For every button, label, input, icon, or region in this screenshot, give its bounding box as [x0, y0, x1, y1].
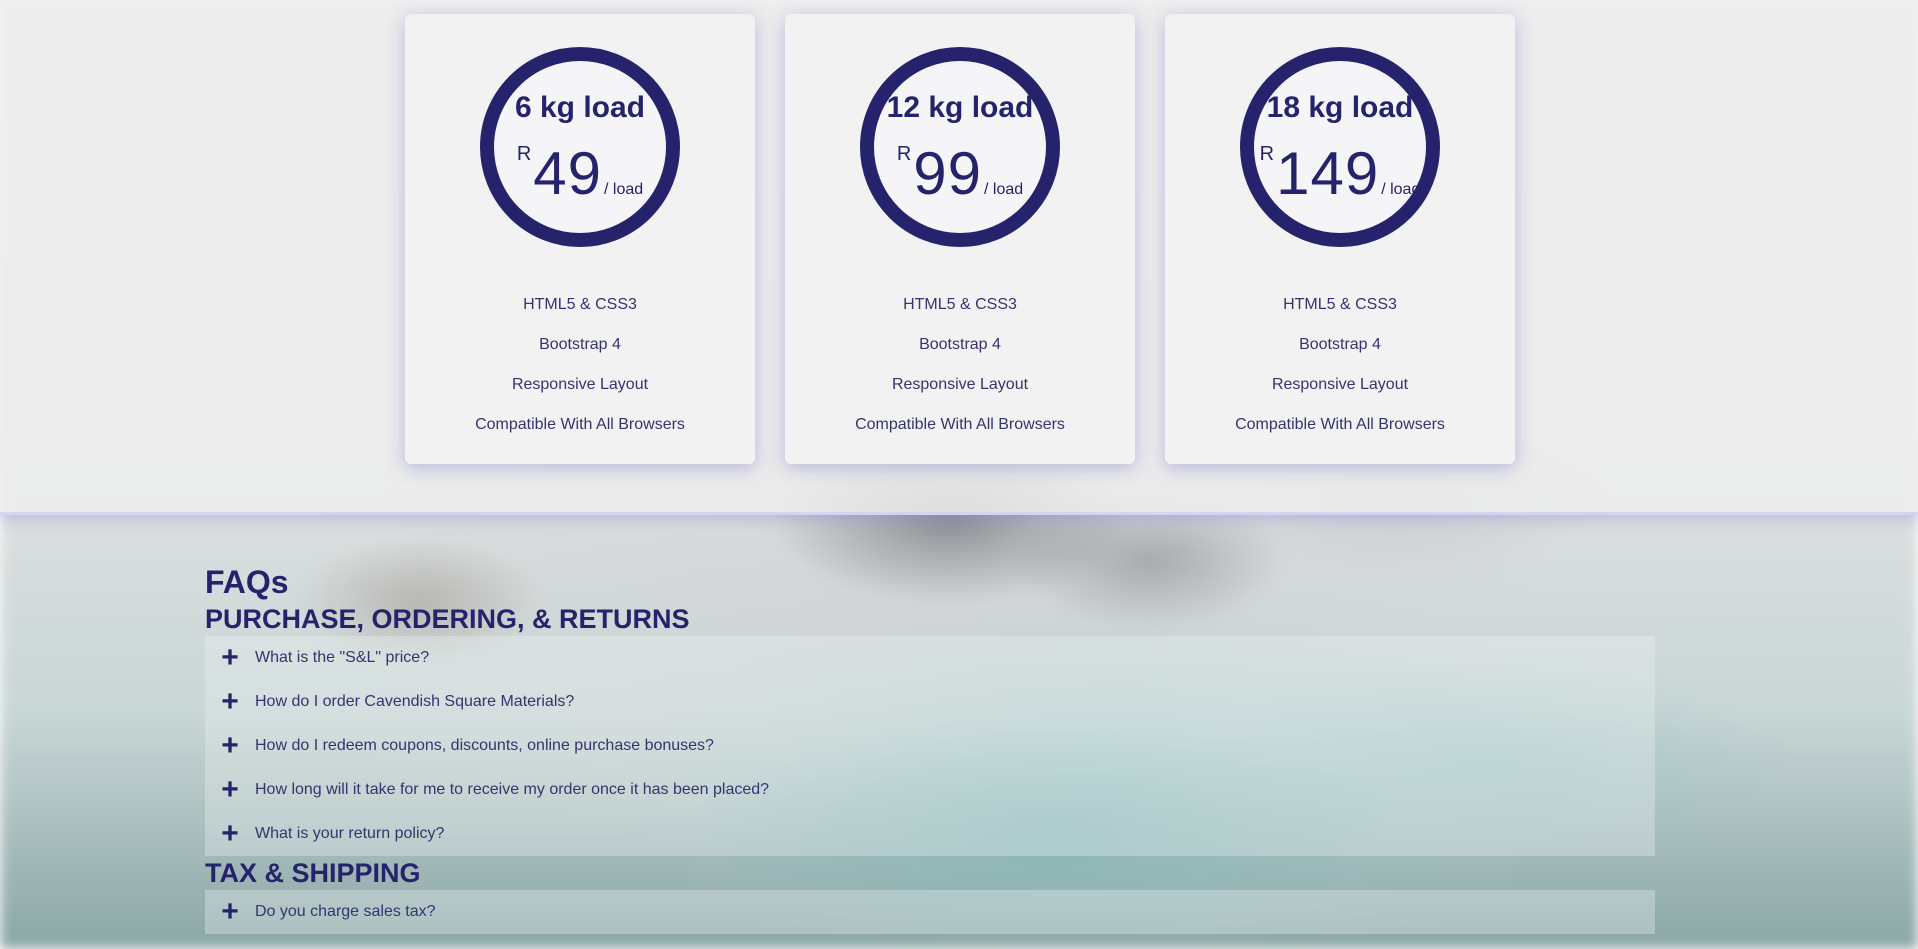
- faq-item[interactable]: + How long will it take for me to receiv…: [205, 768, 1655, 812]
- feature-list: HTML5 & CSS3 Bootstrap 4 Responsive Layo…: [405, 296, 755, 456]
- feature-item: Bootstrap 4: [919, 336, 1001, 353]
- feature-item: HTML5 & CSS3: [523, 296, 637, 313]
- faq-item[interactable]: + What is your return policy?: [205, 812, 1655, 856]
- price: R 99 / load: [874, 140, 1046, 207]
- faq-list: + Do you charge sales tax?: [205, 890, 1655, 934]
- faq-category-heading: TAX & SHIPPING: [205, 858, 421, 888]
- faq-section: FAQs PURCHASE, ORDERING, & RETURNS + Wha…: [205, 562, 1655, 934]
- price-circle: 18 kg load R 149 / load: [1240, 47, 1440, 247]
- load-size: 12 kg load: [886, 91, 1034, 124]
- load-size: 18 kg load: [1266, 91, 1414, 124]
- price-unit: / load: [1381, 181, 1421, 198]
- feature-item: Compatible With All Browsers: [1235, 416, 1445, 433]
- feature-list: HTML5 & CSS3 Bootstrap 4 Responsive Layo…: [785, 296, 1135, 456]
- faq-question[interactable]: How do I order Cavendish Square Material…: [255, 693, 574, 711]
- feature-item: Compatible With All Browsers: [855, 416, 1065, 433]
- pricing-section: 6 kg load R 49 / load HTML5 & CSS3 Boots…: [0, 0, 1918, 515]
- faq-list: + What is the "S&L" price? + How do I or…: [205, 636, 1655, 856]
- plus-icon[interactable]: +: [205, 731, 255, 761]
- plus-icon[interactable]: +: [205, 643, 255, 673]
- faq-question[interactable]: How long will it take for me to receive …: [255, 781, 769, 799]
- price: R 149 / load: [1254, 140, 1426, 207]
- faq-question[interactable]: What is your return policy?: [255, 825, 444, 843]
- price-amount: 49: [533, 140, 603, 207]
- faq-item[interactable]: + How do I order Cavendish Square Materi…: [205, 680, 1655, 724]
- feature-item: HTML5 & CSS3: [903, 296, 1017, 313]
- price-unit: / load: [604, 181, 644, 198]
- feature-item: Responsive Layout: [511, 376, 649, 393]
- currency-symbol: R: [896, 143, 912, 165]
- pricing-card-18kg: 18 kg load R 149 / load HTML5 & CSS3 Boo…: [1165, 14, 1515, 464]
- faq-category-heading: PURCHASE, ORDERING, & RETURNS: [205, 604, 690, 634]
- faq-question[interactable]: What is the "S&L" price?: [255, 649, 429, 667]
- faq-title: FAQs: [205, 564, 289, 600]
- faq-question[interactable]: How do I redeem coupons, discounts, onli…: [255, 737, 714, 755]
- feature-item: Responsive Layout: [891, 376, 1029, 393]
- pricing-card-6kg: 6 kg load R 49 / load HTML5 & CSS3 Boots…: [405, 14, 755, 464]
- currency-symbol: R: [1259, 143, 1275, 165]
- plus-icon[interactable]: +: [205, 819, 255, 849]
- feature-item: Compatible With All Browsers: [475, 416, 685, 433]
- feature-item: Responsive Layout: [1271, 376, 1409, 393]
- feature-item: Bootstrap 4: [539, 336, 621, 353]
- price-circle: 12 kg load R 99 / load: [860, 47, 1060, 247]
- price-amount: 149: [1276, 140, 1380, 207]
- price-circle: 6 kg load R 49 / load: [480, 47, 680, 247]
- feature-list: HTML5 & CSS3 Bootstrap 4 Responsive Layo…: [1165, 296, 1515, 456]
- plus-icon[interactable]: +: [205, 775, 255, 805]
- faq-item[interactable]: + How do I redeem coupons, discounts, on…: [205, 724, 1655, 768]
- feature-item: HTML5 & CSS3: [1283, 296, 1397, 313]
- price-unit: / load: [984, 181, 1024, 198]
- price: R 49 / load: [494, 140, 666, 207]
- faq-item[interactable]: + What is the "S&L" price?: [205, 636, 1655, 680]
- plus-icon[interactable]: +: [205, 897, 255, 927]
- faq-item[interactable]: + Do you charge sales tax?: [205, 890, 1655, 934]
- price-amount: 99: [913, 140, 983, 207]
- feature-item: Bootstrap 4: [1299, 336, 1381, 353]
- pricing-card-12kg: 12 kg load R 99 / load HTML5 & CSS3 Boot…: [785, 14, 1135, 464]
- faq-question[interactable]: Do you charge sales tax?: [255, 903, 436, 921]
- load-size: 6 kg load: [514, 91, 646, 124]
- plus-icon[interactable]: +: [205, 687, 255, 717]
- currency-symbol: R: [516, 143, 532, 165]
